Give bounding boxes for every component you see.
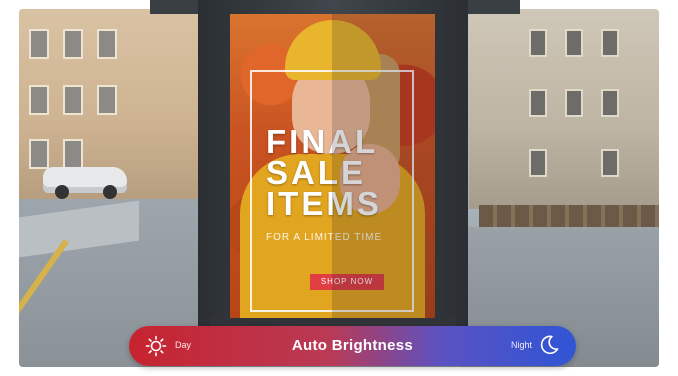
auto-brightness-slider[interactable]: Day Auto Brightness Night (129, 326, 576, 366)
window (565, 29, 583, 57)
window (529, 29, 547, 57)
window (29, 85, 49, 115)
night-mode-overlay (332, 14, 435, 318)
moon-icon (540, 335, 559, 355)
window (63, 85, 83, 115)
window (97, 29, 117, 59)
window (63, 139, 83, 169)
window (529, 149, 547, 177)
window (565, 89, 583, 117)
right-building (469, 9, 659, 209)
window (529, 89, 547, 117)
window (29, 29, 49, 59)
window (601, 29, 619, 57)
window (29, 139, 49, 169)
car-wheel (55, 185, 69, 199)
night-label: Night (510, 340, 532, 350)
window (97, 85, 117, 115)
window (63, 29, 83, 59)
auto-brightness-title: Auto Brightness (291, 337, 414, 354)
car-wheel (103, 185, 117, 199)
parked-car (43, 167, 127, 199)
window (601, 149, 619, 177)
window (601, 89, 619, 117)
